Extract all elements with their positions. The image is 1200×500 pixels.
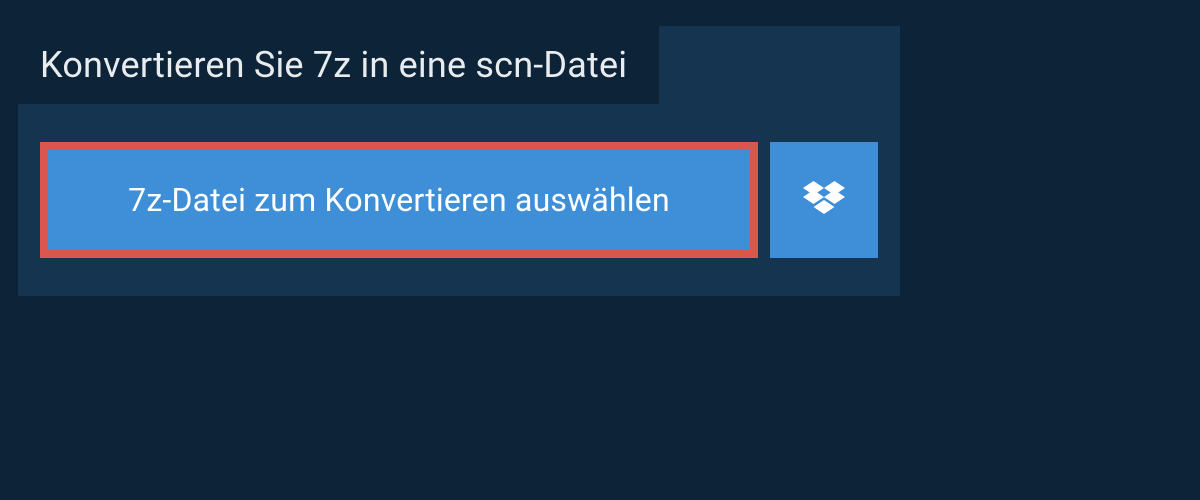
page-title: Konvertieren Sie 7z in eine scn-Datei [40, 44, 627, 86]
dropbox-icon [803, 181, 845, 219]
select-file-button[interactable]: 7z-Datei zum Konvertieren auswählen [40, 142, 758, 258]
title-bar: Konvertieren Sie 7z in eine scn-Datei [18, 26, 659, 104]
button-row: 7z-Datei zum Konvertieren auswählen [18, 142, 900, 258]
converter-panel: Konvertieren Sie 7z in eine scn-Datei 7z… [18, 26, 900, 296]
select-file-label: 7z-Datei zum Konvertieren auswählen [128, 181, 670, 219]
dropbox-button[interactable] [770, 142, 878, 258]
